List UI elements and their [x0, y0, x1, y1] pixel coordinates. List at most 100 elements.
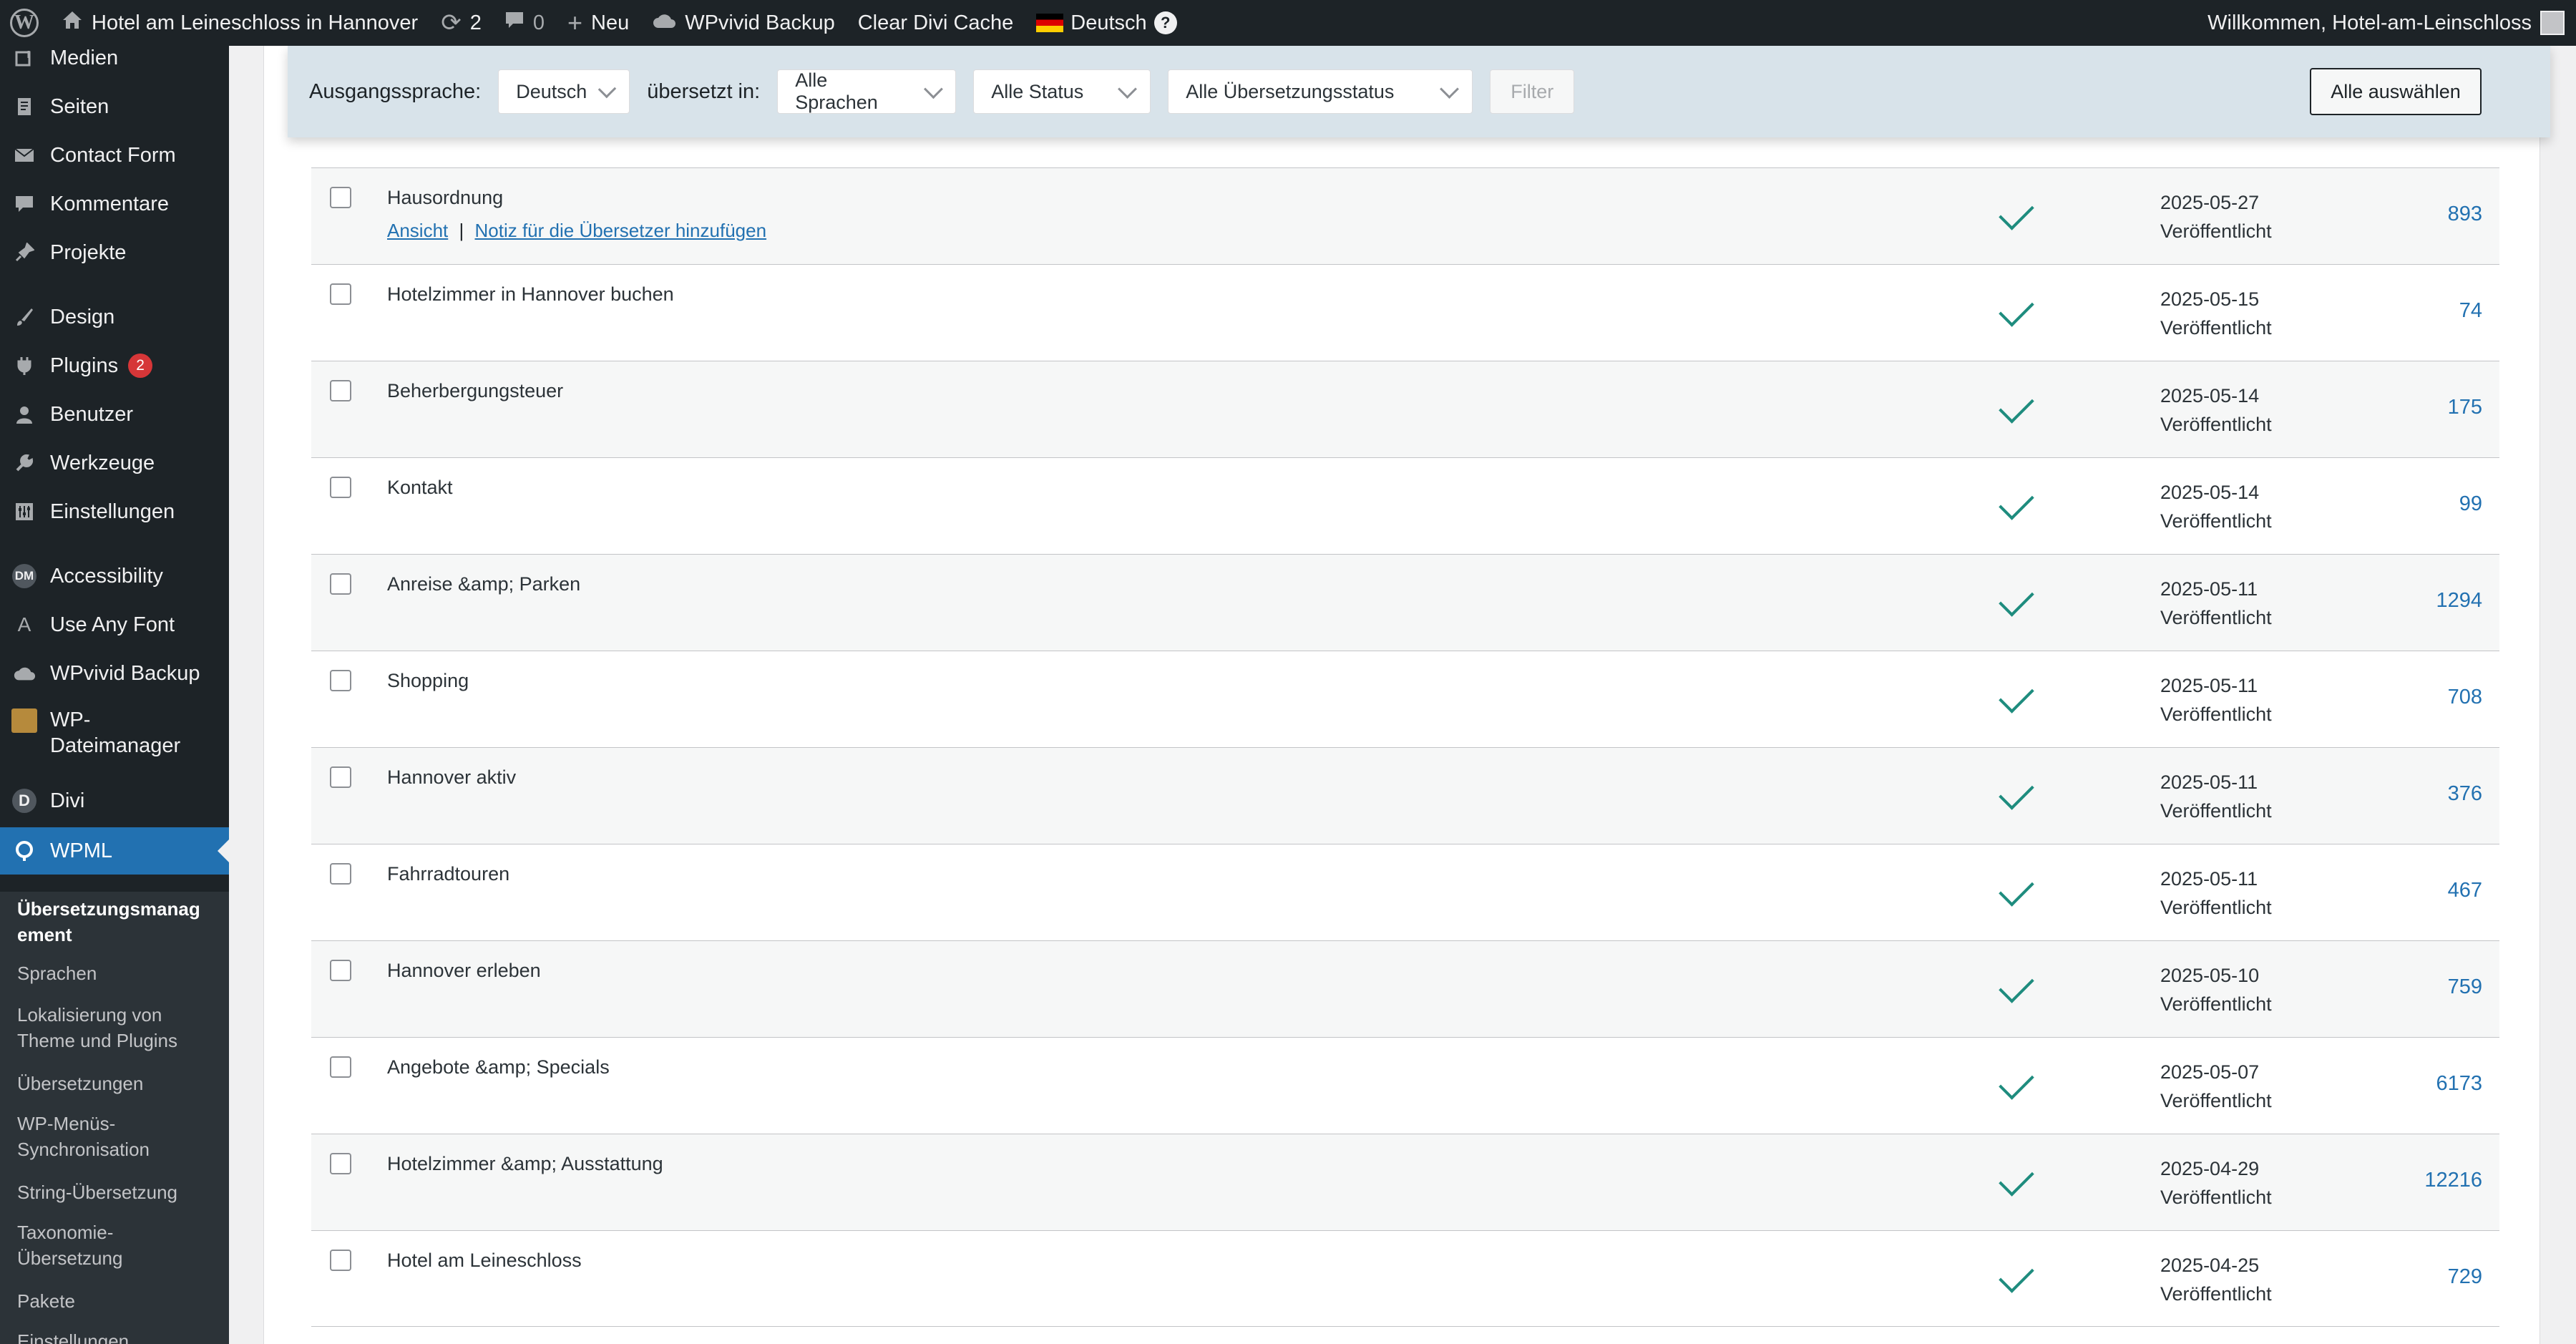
submenu-translation-management[interactable]: Übersetzungsmanag ement — [17, 896, 218, 948]
row-checkbox[interactable] — [330, 477, 351, 498]
word-count[interactable]: 6173 — [2436, 1072, 2482, 1096]
row-checkbox[interactable] — [330, 1153, 351, 1174]
updates-count: 2 — [469, 11, 482, 34]
table-row: Fahrradtouren 2025-05-11 Veröffentlicht 4… — [311, 844, 2499, 940]
row-date: 2025-05-07 Veröffentlicht — [2160, 1061, 2272, 1111]
word-count[interactable]: 99 — [2459, 492, 2482, 516]
my-account-link[interactable]: Willkommen, Hotel-am-Leinschloss — [2207, 11, 2576, 35]
table-row: Angebote &amp; Specials 2025-05-07 Veröff… — [311, 1037, 2499, 1134]
chevron-down-icon — [598, 79, 617, 98]
sidebar-item-accessibility[interactable]: DM Accessibility — [0, 554, 229, 598]
word-count[interactable]: 74 — [2459, 299, 2482, 323]
view-link[interactable]: Ansicht — [387, 220, 448, 241]
row-title: Shopping — [387, 670, 469, 691]
word-count[interactable]: 759 — [2448, 975, 2482, 999]
row-title: Hannover aktiv — [387, 766, 517, 788]
sidebar-item-divi[interactable]: D Divi — [0, 779, 229, 823]
sidebar-item-pages[interactable]: Seiten — [0, 84, 229, 129]
dm-icon: DM — [12, 564, 36, 588]
translated-to-label: übersetzt in: — [647, 79, 761, 103]
wpvivid-backup-link[interactable]: WPvivid Backup — [640, 0, 847, 46]
submenu-translations[interactable]: Übersetzungen — [17, 1071, 218, 1096]
sidebar-item-file-manager[interactable]: WP- Dateimanager — [0, 700, 229, 764]
wordpress-logo-button[interactable]: W — [0, 0, 50, 46]
row-title: Hannover erleben — [387, 960, 541, 981]
add-translator-note-link[interactable]: Notiz für die Übersetzer hinzufügen — [475, 220, 767, 241]
sidebar-item-settings[interactable]: Einstellungen — [0, 490, 229, 534]
updates-link[interactable]: ⟳ 2 — [429, 0, 493, 46]
submenu-languages[interactable]: Sprachen — [17, 960, 218, 986]
table-row: Hotelzimmer in Hannover buchen 2025-05-1… — [311, 264, 2499, 361]
row-checkbox[interactable] — [330, 380, 351, 401]
sidebar-item-comments[interactable]: Kommentare — [0, 182, 229, 226]
wpml-icon — [11, 840, 37, 862]
filter-button[interactable]: Filter — [1490, 69, 1575, 114]
comments-link[interactable]: 0 — [493, 0, 556, 46]
word-count[interactable]: 708 — [2448, 686, 2482, 709]
target-language-select[interactable]: Alle Sprachen — [777, 69, 957, 114]
sidebar-item-plugins[interactable]: Plugins 2 — [0, 344, 229, 388]
row-checkbox[interactable] — [330, 1250, 351, 1271]
source-language-select[interactable]: Deutsch — [498, 69, 630, 114]
row-checkbox[interactable] — [330, 766, 351, 788]
word-count[interactable]: 467 — [2448, 879, 2482, 902]
row-date: 2025-05-11 Veröffentlicht — [2160, 578, 2272, 628]
row-checkbox[interactable] — [330, 283, 351, 305]
translated-check-icon — [1999, 484, 2034, 520]
sidebar-item-contact-form[interactable]: Contact Form — [0, 133, 229, 177]
sidebar-item-design[interactable]: Design — [0, 295, 229, 339]
new-label: Neu — [591, 11, 630, 34]
row-checkbox[interactable] — [330, 573, 351, 595]
row-title: Hotel am Leineschloss — [387, 1250, 582, 1271]
filter-bar: Ausgangssprache: Deutsch übersetzt in: A… — [288, 46, 2550, 137]
row-checkbox[interactable] — [330, 1056, 351, 1078]
word-count[interactable]: 893 — [2448, 203, 2482, 226]
language-switcher[interactable]: Deutsch ? — [1025, 0, 1188, 46]
site-name-link[interactable]: Hotel am Leineschloss in Hannover — [50, 0, 429, 46]
select-all-button[interactable]: Alle auswählen — [2310, 68, 2482, 115]
row-checkbox[interactable] — [330, 863, 351, 885]
submenu-theme-plugin-localization[interactable]: Lokalisierung von Theme und Plugins — [17, 1002, 218, 1053]
new-content-link[interactable]: + Neu — [556, 0, 640, 46]
clear-divi-cache-link[interactable]: Clear Divi Cache — [847, 0, 1025, 46]
translated-check-icon — [1999, 678, 2034, 714]
word-count[interactable]: 175 — [2448, 396, 2482, 419]
help-icon[interactable]: ? — [1153, 11, 1177, 34]
wpml-submenu: Übersetzungsmanag ement Sprachen Lokalis… — [0, 892, 229, 1344]
submenu-settings[interactable]: Einstellungen — [17, 1328, 218, 1344]
sidebar-item-media[interactable]: Medien — [0, 46, 229, 80]
word-count[interactable]: 729 — [2448, 1265, 2482, 1289]
sidebar-item-wpvivid-backup[interactable]: WPvivid Backup — [0, 651, 229, 696]
sidebar-item-projects[interactable]: Projekte — [0, 230, 229, 275]
row-date: 2025-05-11 Veröffentlicht — [2160, 771, 2272, 822]
status-select[interactable]: Alle Status — [973, 69, 1151, 114]
submenu-menu-sync[interactable]: WP-Menüs- Synchronisation — [17, 1111, 218, 1162]
settings-icon — [11, 502, 37, 522]
translation-status-select[interactable]: Alle Übersetzungsstatus — [1168, 69, 1473, 114]
translated-check-icon — [1999, 388, 2034, 424]
plugins-update-badge: 2 — [128, 354, 153, 378]
word-count[interactable]: 376 — [2448, 782, 2482, 806]
cloud-icon — [652, 11, 676, 35]
sidebar-item-use-any-font[interactable]: A Use Any Font — [0, 603, 229, 647]
translated-check-icon — [1999, 871, 2034, 907]
clear-cache-label: Clear Divi Cache — [857, 11, 1014, 34]
sidebar-item-users[interactable]: Benutzer — [0, 392, 229, 437]
submenu-packages[interactable]: Pakete — [17, 1288, 218, 1314]
pages-icon — [11, 97, 37, 117]
table-row: Beherbergungsteuer 2025-05-14 Veröffentli… — [311, 361, 2499, 457]
submenu-string-translation[interactable]: String-Übersetzung — [17, 1179, 218, 1205]
word-count[interactable]: 1294 — [2436, 589, 2482, 613]
submenu-taxonomy-translation[interactable]: Taxonomie- Übersetzung — [17, 1219, 218, 1271]
word-count[interactable]: 12216 — [2424, 1169, 2482, 1192]
row-checkbox[interactable] — [330, 960, 351, 981]
row-checkbox[interactable] — [330, 187, 351, 208]
sidebar-item-wpml[interactable]: WPML — [0, 827, 229, 875]
row-checkbox[interactable] — [330, 670, 351, 691]
chevron-down-icon — [923, 79, 943, 99]
wrench-icon — [11, 453, 37, 473]
sidebar-item-tools[interactable]: Werkzeuge — [0, 441, 229, 485]
updates-icon: ⟳ — [441, 9, 462, 36]
divi-icon: D — [12, 789, 36, 813]
row-title: Anreise &amp; Parken — [387, 573, 581, 595]
